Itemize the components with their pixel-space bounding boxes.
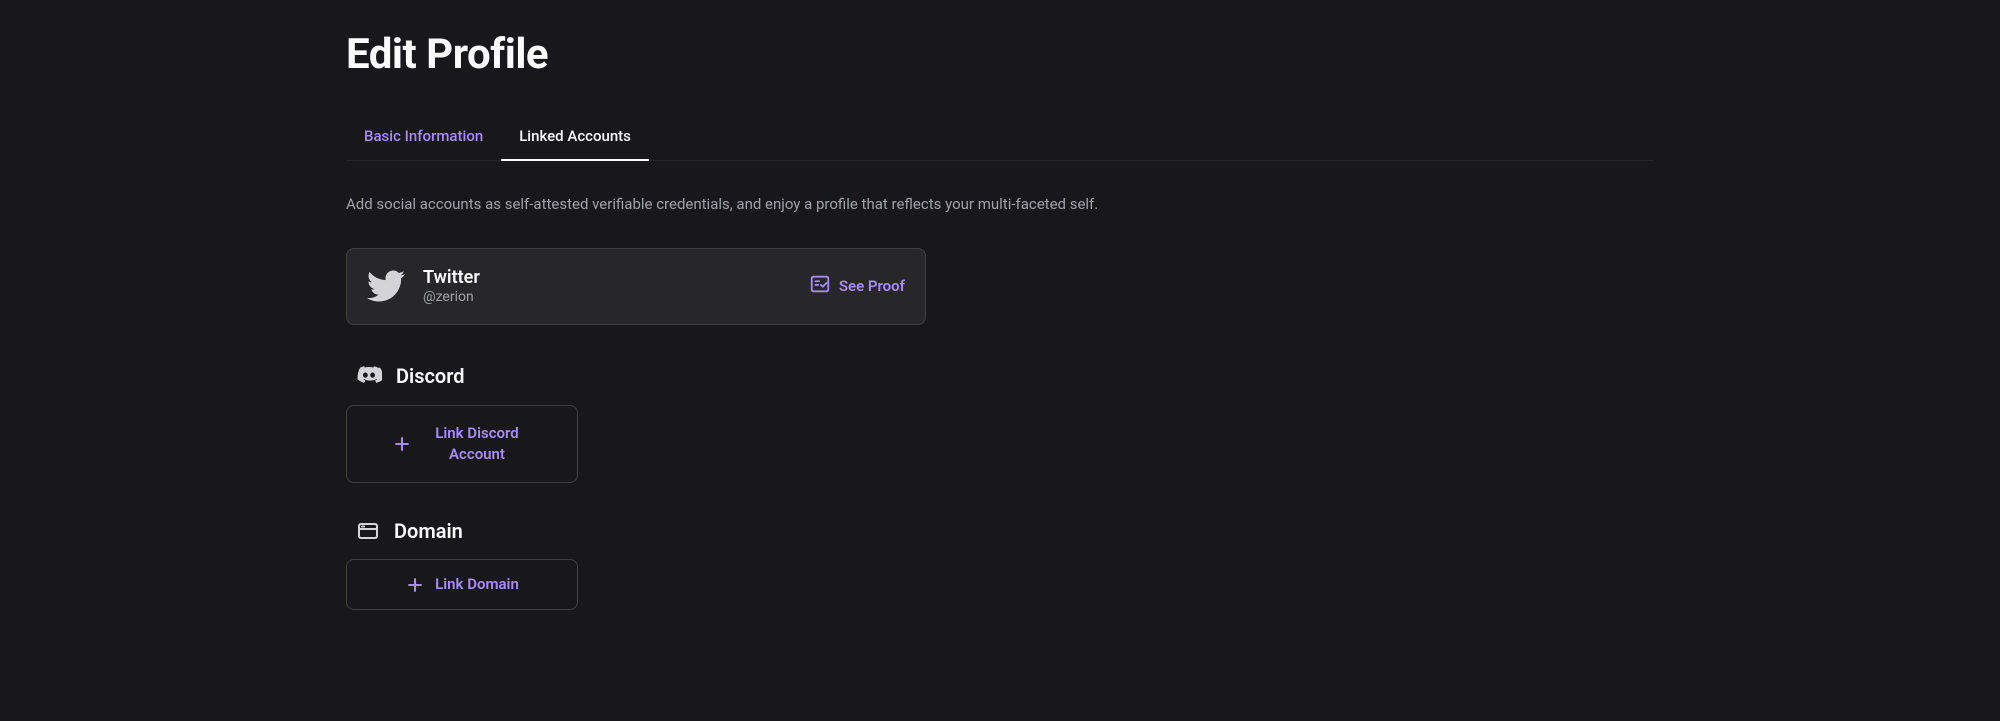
domain-icon <box>356 519 380 543</box>
twitter-title: Twitter <box>423 267 480 289</box>
discord-icon <box>356 363 382 389</box>
link-discord-label: Link Discord Account <box>422 423 532 465</box>
link-domain-label: Link Domain <box>435 574 519 595</box>
twitter-card: Twitter @zerion See Proof <box>346 248 926 326</box>
proof-check-icon <box>809 273 831 299</box>
domain-title: Domain <box>394 519 463 543</box>
see-proof-label: See Proof <box>839 277 905 295</box>
domain-section-header: Domain <box>356 519 1654 543</box>
page-title: Edit Profile <box>346 30 1654 79</box>
plus-icon <box>392 434 412 454</box>
tabs: Basic Information Linked Accounts <box>346 115 1654 161</box>
see-proof-button[interactable]: See Proof <box>809 273 905 299</box>
link-discord-button[interactable]: Link Discord Account <box>346 405 578 483</box>
plus-icon <box>405 575 425 595</box>
page-description: Add social accounts as self-attested ver… <box>346 193 1654 216</box>
twitter-icon <box>367 267 405 305</box>
link-domain-button[interactable]: Link Domain <box>346 559 578 610</box>
discord-section-header: Discord <box>356 363 1654 389</box>
tab-linked-accounts[interactable]: Linked Accounts <box>501 115 649 161</box>
tab-basic-information[interactable]: Basic Information <box>346 115 501 160</box>
twitter-handle: @zerion <box>423 288 480 306</box>
discord-title: Discord <box>396 364 465 388</box>
